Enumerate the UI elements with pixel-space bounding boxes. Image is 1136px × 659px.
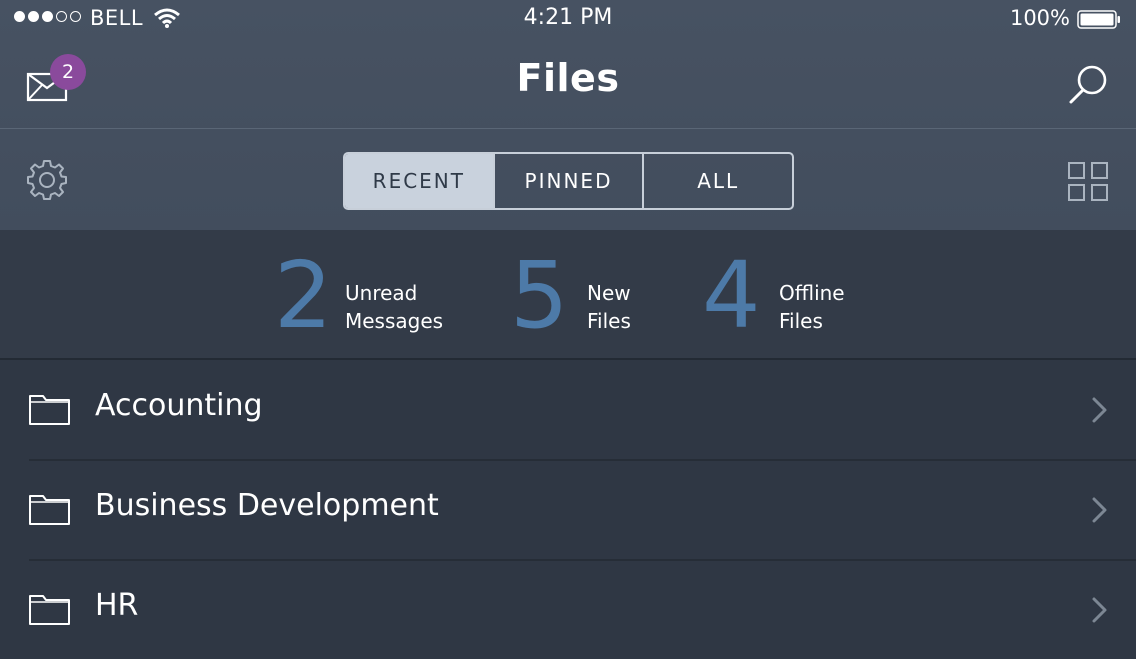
stats-summary: 2 Unread Messages 5 New Files 4 Offline Fil… (0, 230, 1136, 358)
signal-strength-icon (14, 11, 81, 22)
stat-value: 4 (702, 242, 761, 349)
folder-list: Accounting Business Development HR (0, 360, 1136, 640)
tab-pinned[interactable]: PINNED (492, 154, 643, 208)
wifi-icon (154, 8, 180, 28)
unread-badge: 2 (50, 54, 86, 90)
chevron-right-icon (1092, 597, 1107, 623)
tab-all[interactable]: ALL (642, 154, 792, 208)
messages-button[interactable]: 2 (20, 54, 90, 114)
grid-view-button[interactable] (1067, 162, 1111, 202)
chevron-right-icon (1092, 397, 1107, 423)
gear-icon (27, 160, 67, 200)
stat-label: New Files (587, 281, 631, 333)
search-icon (1069, 65, 1107, 104)
battery-icon (1077, 10, 1120, 29)
folder-name: Accounting (95, 388, 263, 423)
stat-value: 2 (274, 242, 333, 349)
folder-icon (29, 595, 70, 625)
folder-name: Business Development (95, 488, 439, 523)
carrier-name: BELL (90, 6, 144, 30)
folder-row-business-development[interactable]: Business Development (0, 460, 1136, 559)
folder-icon (29, 495, 70, 525)
settings-button[interactable] (24, 157, 70, 203)
chevron-right-icon (1092, 497, 1107, 523)
stat-label: Offline Files (779, 281, 845, 333)
status-bar: BELL 4:21 PM 100% (0, 0, 1136, 38)
page-title: Files (516, 56, 620, 100)
view-segmented-control: RECENT PINNED ALL (343, 152, 794, 210)
tab-recent[interactable]: RECENT (345, 154, 493, 208)
search-button[interactable] (1062, 62, 1112, 112)
battery-percent: 100% (1009, 6, 1070, 30)
status-time: 4:21 PM (523, 5, 613, 30)
grid-view-icon (1068, 162, 1108, 201)
folder-row-accounting[interactable]: Accounting (0, 360, 1136, 459)
folder-name: HR (95, 588, 139, 623)
stat-value: 5 (510, 242, 569, 349)
nav-divider (0, 128, 1136, 129)
stat-label: Unread Messages (345, 281, 444, 333)
folder-icon (29, 395, 70, 425)
navigation-bar: 2 Files (0, 38, 1136, 128)
folder-row-hr[interactable]: HR (0, 560, 1136, 659)
